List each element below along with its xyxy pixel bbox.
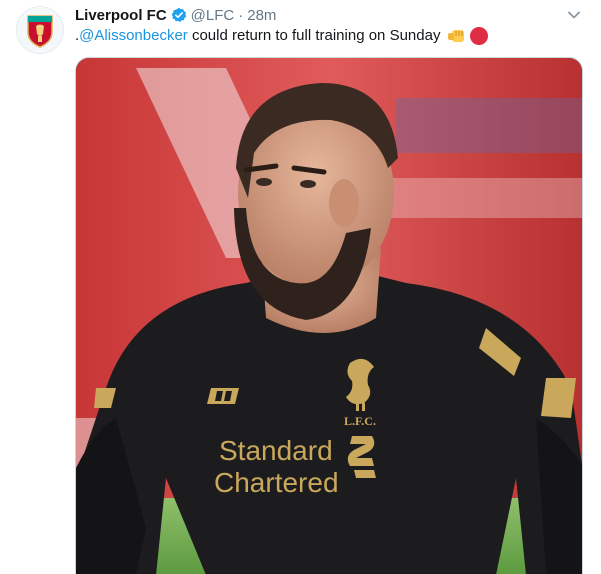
tweet-timestamp[interactable]: 28m [247,7,276,24]
verified-badge-icon [171,7,187,23]
tweet-text-body: could return to full training on Sunday [187,27,441,44]
avatar[interactable] [16,6,64,54]
mention-link[interactable]: @Alissonbecker [79,26,188,46]
crest-text: L.F.C. [344,414,376,428]
tweet: Liverpool FC @LFC · 28m . @Alissonbecker… [0,0,601,574]
author-name[interactable]: Liverpool FC [75,7,167,24]
tweet-header: Liverpool FC @LFC · 28m [75,6,276,24]
red-circle-icon [470,27,489,45]
sponsor-text-line2: Chartered [214,467,339,498]
separator-dot: · [238,6,244,24]
author-handle[interactable]: @LFC [191,7,235,24]
sponsor-text-line1: Standard [219,435,333,466]
kit-manufacturer-logo [207,388,239,404]
tweet-text: . @Alissonbecker could return to full tr… [75,26,489,46]
fist-icon [446,27,466,45]
lfc-crest-icon [27,15,53,48]
more-options-caret-icon[interactable] [565,8,583,22]
tweet-photo[interactable]: L.F.C. Standard Chartered [75,57,583,574]
